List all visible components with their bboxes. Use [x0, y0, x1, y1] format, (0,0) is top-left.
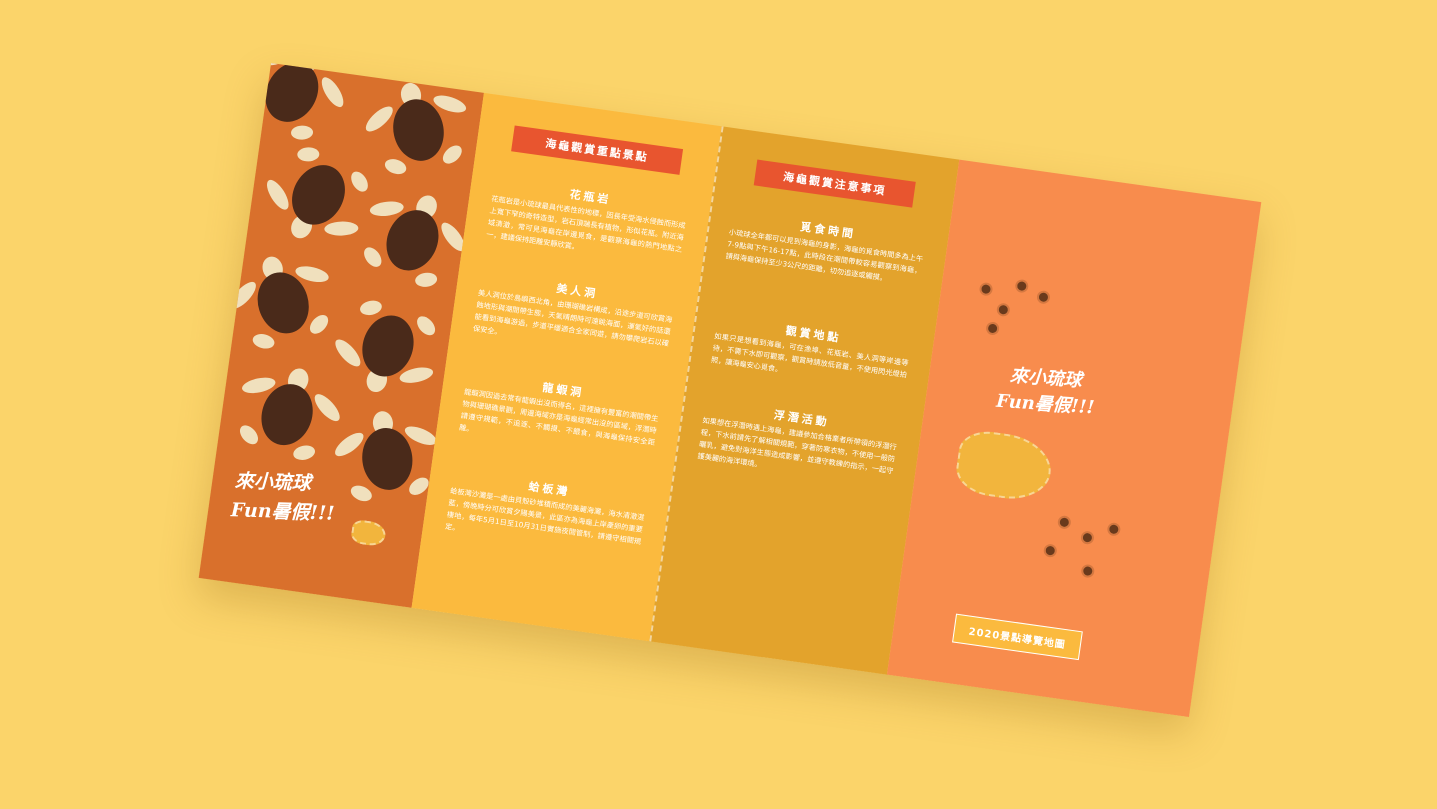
map-title-ribbon: 2020景點導覽地圖 [952, 613, 1083, 661]
turtle-spot-icon [980, 284, 992, 295]
turtle-spot-icon [1082, 565, 1093, 577]
map-slogan-line2: Fun暑假!!! [995, 390, 1096, 419]
scene: 來小琉球 Fun暑假!!! 海龜觀賞重點景點 花瓶岩 花瓶岩是小琉球最具代表性的… [0, 0, 1437, 809]
turtle-spot-icon [1016, 281, 1027, 292]
turtle-spot-icon [1059, 517, 1070, 528]
turtle-spot-icon [1038, 292, 1049, 303]
turtle-spot-icon [987, 323, 998, 334]
turtle-spot-icon [998, 304, 1009, 315]
turtle-icon [228, 347, 348, 479]
turtle-spot-icon [1082, 532, 1093, 543]
turtle-spot-icon [1045, 545, 1056, 556]
trifold-brochure: 來小琉球 Fun暑假!!! 海龜觀賞重點景點 花瓶岩 花瓶岩是小琉球最具代表性的… [198, 62, 1262, 718]
spots-ribbon: 海龜觀賞重點景點 [511, 125, 684, 175]
turtle-icon [331, 398, 440, 518]
island-map-icon [953, 427, 1056, 505]
cover-slogan-line1: 來小琉球 [234, 469, 312, 495]
turtle-spot-icon [1108, 524, 1119, 535]
cover-slogan-line2: Fun暑假!!! [230, 499, 335, 525]
island-icon [350, 518, 388, 548]
notes-ribbon: 海龜觀賞注意事項 [753, 159, 916, 208]
